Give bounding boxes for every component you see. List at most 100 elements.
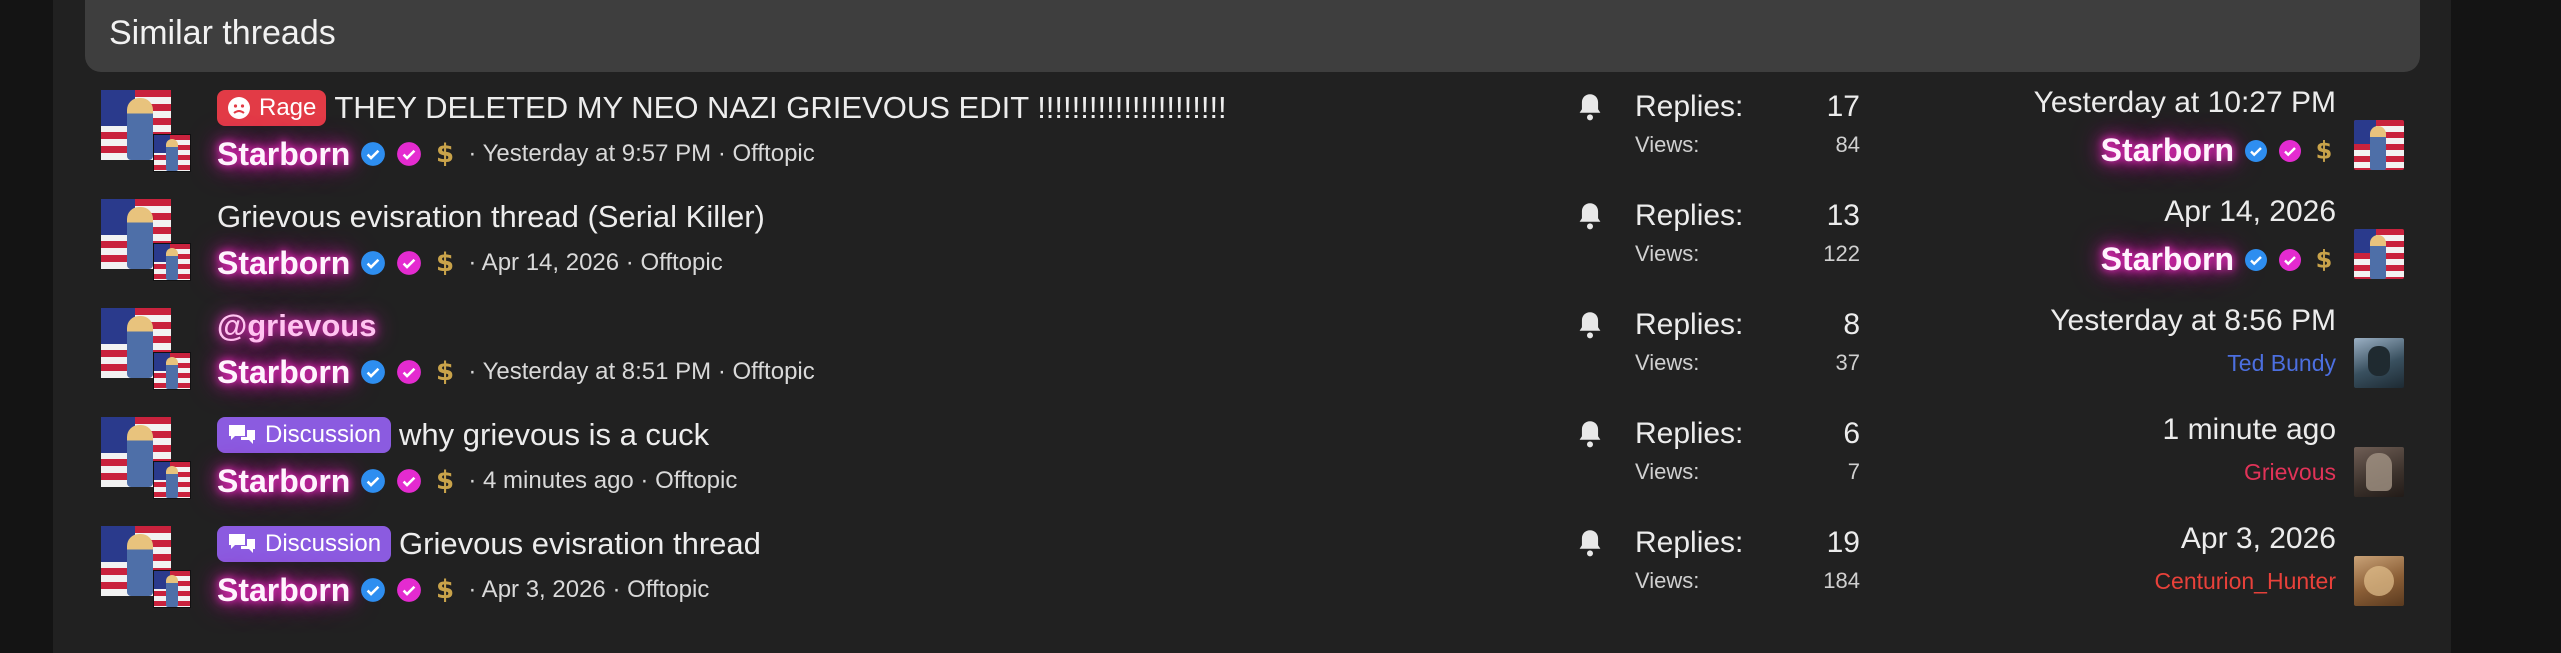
thread-meta: · Apr 14, 2026 · Offtopic	[468, 249, 723, 276]
bell-icon[interactable]	[1576, 201, 1604, 236]
prefix-label: Rage	[259, 94, 317, 121]
pink-badge-icon	[396, 250, 422, 276]
last-poster-avatar[interactable]	[2354, 338, 2404, 388]
pink-badge-icon	[396, 468, 422, 494]
bell-icon[interactable]	[1576, 528, 1604, 563]
dollar-icon: $	[432, 247, 458, 279]
author-username[interactable]: Starborn	[217, 572, 350, 609]
views-count: 7	[1847, 459, 1860, 484]
author-username[interactable]: Starborn	[217, 463, 350, 500]
verified-icon	[2244, 139, 2268, 163]
views-label: Views:	[1635, 241, 1700, 266]
replies-count: 8	[1843, 308, 1860, 341]
replies-count: 6	[1843, 417, 1860, 450]
views-label: Views:	[1635, 459, 1700, 484]
discussion-prefix-badge[interactable]: Discussion	[217, 417, 392, 453]
chat-bubbles-icon	[227, 531, 257, 557]
last-poster: Centurion_Hunter	[2154, 568, 2336, 595]
thread-row[interactable]: Discussion Grievous evisration thread St…	[85, 516, 2420, 624]
svg-text:$: $	[436, 248, 454, 278]
thread-title-link[interactable]: why grievous is a cuck	[399, 417, 709, 453]
verified-icon	[360, 577, 386, 603]
verified-icon	[360, 250, 386, 276]
dollar-icon: $	[432, 465, 458, 497]
last-poster-username[interactable]: Starborn	[2101, 132, 2234, 169]
author-avatar[interactable]	[101, 199, 197, 285]
last-poster: Grievous	[2244, 459, 2336, 486]
bell-icon[interactable]	[1576, 310, 1604, 345]
views-label: Views:	[1635, 568, 1700, 593]
dollar-icon: $	[432, 574, 458, 606]
views-label: Views:	[1635, 350, 1700, 375]
last-poster: Starborn $	[2101, 132, 2336, 169]
thread-row[interactable]: @grievous Starborn $ · Yesterday at 8:51…	[85, 298, 2420, 406]
author-avatar[interactable]	[101, 417, 197, 503]
prefix-label: Discussion	[265, 421, 382, 448]
thread-meta: · Yesterday at 8:51 PM · Offtopic	[468, 358, 815, 385]
author-avatar[interactable]	[101, 526, 197, 612]
verified-icon	[2244, 248, 2268, 272]
svg-text:$: $	[436, 575, 454, 605]
thread-title-link[interactable]: Grievous evisration thread (Serial Kille…	[217, 199, 765, 235]
thread-title-link[interactable]: Grievous evisration thread	[399, 526, 761, 562]
bell-icon[interactable]	[1576, 419, 1604, 454]
thread-row[interactable]: Rage THEY DELETED MY NEO NAZI GRIEVOUS E…	[85, 80, 2420, 188]
last-poster-avatar[interactable]	[2354, 447, 2404, 497]
thread-row[interactable]: Discussion why grievous is a cuck Starbo…	[85, 407, 2420, 515]
replies-label: Replies:	[1635, 526, 1744, 559]
replies-label: Replies:	[1635, 417, 1744, 450]
last-poster-username[interactable]: Ted Bundy	[2227, 350, 2336, 377]
pink-badge-icon	[396, 577, 422, 603]
dollar-icon: $	[432, 138, 458, 170]
thread-title-link[interactable]: @grievous	[217, 308, 376, 344]
bell-icon[interactable]	[1576, 92, 1604, 127]
svg-text:$: $	[2316, 136, 2333, 164]
section-title: Similar threads	[109, 14, 336, 52]
svg-text:$: $	[2316, 245, 2333, 273]
author-username[interactable]: Starborn	[217, 136, 350, 173]
replies-label: Replies:	[1635, 308, 1744, 341]
last-post-date[interactable]: Yesterday at 10:27 PM	[2034, 86, 2336, 120]
thread-meta: · 4 minutes ago · Offtopic	[468, 467, 738, 494]
views-count: 37	[1835, 350, 1860, 375]
similar-threads-header: Similar threads	[85, 0, 2420, 72]
author-username[interactable]: Starborn	[217, 245, 350, 282]
svg-text:$: $	[436, 357, 454, 387]
last-post-date[interactable]: 1 minute ago	[2163, 413, 2336, 447]
last-post-date[interactable]: Apr 14, 2026	[2164, 195, 2336, 229]
author-avatar[interactable]	[101, 90, 197, 176]
thread-meta: · Apr 3, 2026 · Offtopic	[468, 576, 710, 603]
replies-count: 19	[1826, 526, 1860, 559]
last-poster-avatar[interactable]	[2354, 556, 2404, 606]
prefix-label: Discussion	[265, 530, 382, 557]
last-post-date[interactable]: Yesterday at 8:56 PM	[2050, 304, 2336, 338]
views-label: Views:	[1635, 132, 1700, 157]
last-poster-username[interactable]: Grievous	[2244, 459, 2336, 486]
dollar-icon: $	[2312, 136, 2336, 166]
verified-icon	[360, 141, 386, 167]
discussion-prefix-badge[interactable]: Discussion	[217, 526, 392, 562]
last-poster-avatar[interactable]	[2354, 229, 2404, 279]
last-poster-avatar[interactable]	[2354, 120, 2404, 170]
pink-badge-icon	[396, 359, 422, 385]
last-poster: Ted Bundy	[2227, 350, 2336, 377]
author-username[interactable]: Starborn	[217, 354, 350, 391]
rage-prefix-badge[interactable]: Rage	[217, 90, 327, 126]
thread-meta: · Yesterday at 9:57 PM · Offtopic	[468, 140, 815, 167]
last-post-date[interactable]: Apr 3, 2026	[2181, 522, 2336, 556]
replies-label: Replies:	[1635, 90, 1744, 123]
thread-row[interactable]: Grievous evisration thread (Serial Kille…	[85, 189, 2420, 297]
author-avatar[interactable]	[101, 308, 197, 394]
pink-badge-icon	[2278, 248, 2302, 272]
replies-count: 13	[1826, 199, 1860, 232]
last-poster-username[interactable]: Starborn	[2101, 241, 2234, 278]
thread-title-link[interactable]: THEY DELETED MY NEO NAZI GRIEVOUS EDIT !…	[334, 90, 1226, 126]
last-poster-username[interactable]: Centurion_Hunter	[2154, 568, 2336, 595]
dollar-icon: $	[2312, 245, 2336, 275]
svg-text:$: $	[436, 466, 454, 496]
svg-text:$: $	[436, 139, 454, 169]
angry-face-icon	[227, 96, 251, 120]
views-count: 84	[1835, 132, 1860, 157]
views-count: 122	[1823, 241, 1860, 266]
pink-badge-icon	[2278, 139, 2302, 163]
